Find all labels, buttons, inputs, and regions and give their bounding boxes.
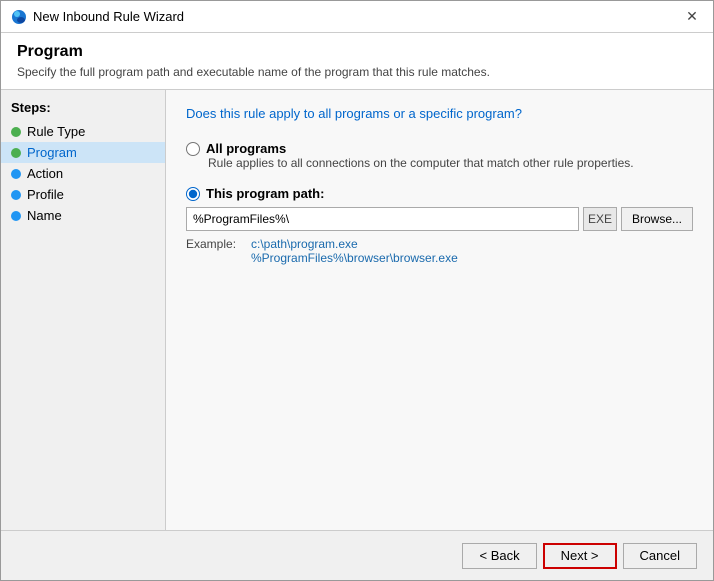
dot-icon-action — [11, 169, 21, 179]
dot-icon-profile — [11, 190, 21, 200]
title-bar: New Inbound Rule Wizard ✕ — [1, 1, 713, 33]
dot-icon-name — [11, 211, 21, 221]
radio-group: All programs Rule applies to all connect… — [186, 141, 693, 265]
all-programs-description: Rule applies to all connections on the c… — [208, 156, 693, 170]
example-label: Example: — [186, 237, 241, 265]
example-path-1: c:\path\program.exe — [251, 237, 458, 251]
all-programs-radio[interactable] — [186, 142, 200, 156]
page-subtitle: Specify the full program path and execut… — [17, 65, 697, 79]
sidebar: Steps: Rule Type Program Action Profile … — [1, 90, 166, 530]
content-area: Steps: Rule Type Program Action Profile … — [1, 90, 713, 530]
header: Program Specify the full program path an… — [1, 33, 713, 90]
sidebar-label-name: Name — [27, 208, 62, 223]
main-panel: Does this rule apply to all programs or … — [166, 90, 713, 530]
all-programs-row: All programs — [186, 141, 693, 156]
cancel-button[interactable]: Cancel — [623, 543, 697, 569]
steps-label: Steps: — [1, 100, 165, 121]
exe-label: EXE — [583, 207, 617, 231]
page-title: Program — [17, 43, 697, 61]
sidebar-label-profile: Profile — [27, 187, 64, 202]
wizard-icon — [11, 9, 27, 25]
window-title: New Inbound Rule Wizard — [33, 9, 184, 24]
dot-icon-rule-type — [11, 127, 21, 137]
example-path-2: %ProgramFiles%\browser\browser.exe — [251, 251, 458, 265]
path-input-row: EXE Browse... — [186, 207, 693, 231]
sidebar-label-rule-type: Rule Type — [27, 124, 85, 139]
next-button[interactable]: Next > — [543, 543, 617, 569]
question-text: Does this rule apply to all programs or … — [186, 106, 693, 121]
all-programs-label: All programs — [206, 141, 286, 156]
wizard-window: New Inbound Rule Wizard ✕ Program Specif… — [0, 0, 714, 581]
program-path-input[interactable] — [186, 207, 579, 231]
browse-button[interactable]: Browse... — [621, 207, 693, 231]
dot-icon-program — [11, 148, 21, 158]
sidebar-item-name[interactable]: Name — [1, 205, 165, 226]
sidebar-item-program[interactable]: Program — [1, 142, 165, 163]
sidebar-label-action: Action — [27, 166, 63, 181]
sidebar-item-profile[interactable]: Profile — [1, 184, 165, 205]
this-program-label: This program path: — [206, 186, 324, 201]
close-button[interactable]: ✕ — [681, 6, 703, 28]
back-button[interactable]: < Back — [462, 543, 536, 569]
sidebar-item-action[interactable]: Action — [1, 163, 165, 184]
footer: < Back Next > Cancel — [1, 530, 713, 580]
all-programs-option: All programs Rule applies to all connect… — [186, 141, 693, 170]
example-row: Example: c:\path\program.exe %ProgramFil… — [186, 237, 693, 265]
sidebar-item-rule-type[interactable]: Rule Type — [1, 121, 165, 142]
this-program-row: This program path: — [186, 186, 693, 201]
this-program-option: This program path: EXE Browse... Example… — [186, 186, 693, 265]
title-bar-left: New Inbound Rule Wizard — [11, 9, 184, 25]
example-paths: c:\path\program.exe %ProgramFiles%\brows… — [251, 237, 458, 265]
this-program-radio[interactable] — [186, 187, 200, 201]
sidebar-label-program: Program — [27, 145, 77, 160]
